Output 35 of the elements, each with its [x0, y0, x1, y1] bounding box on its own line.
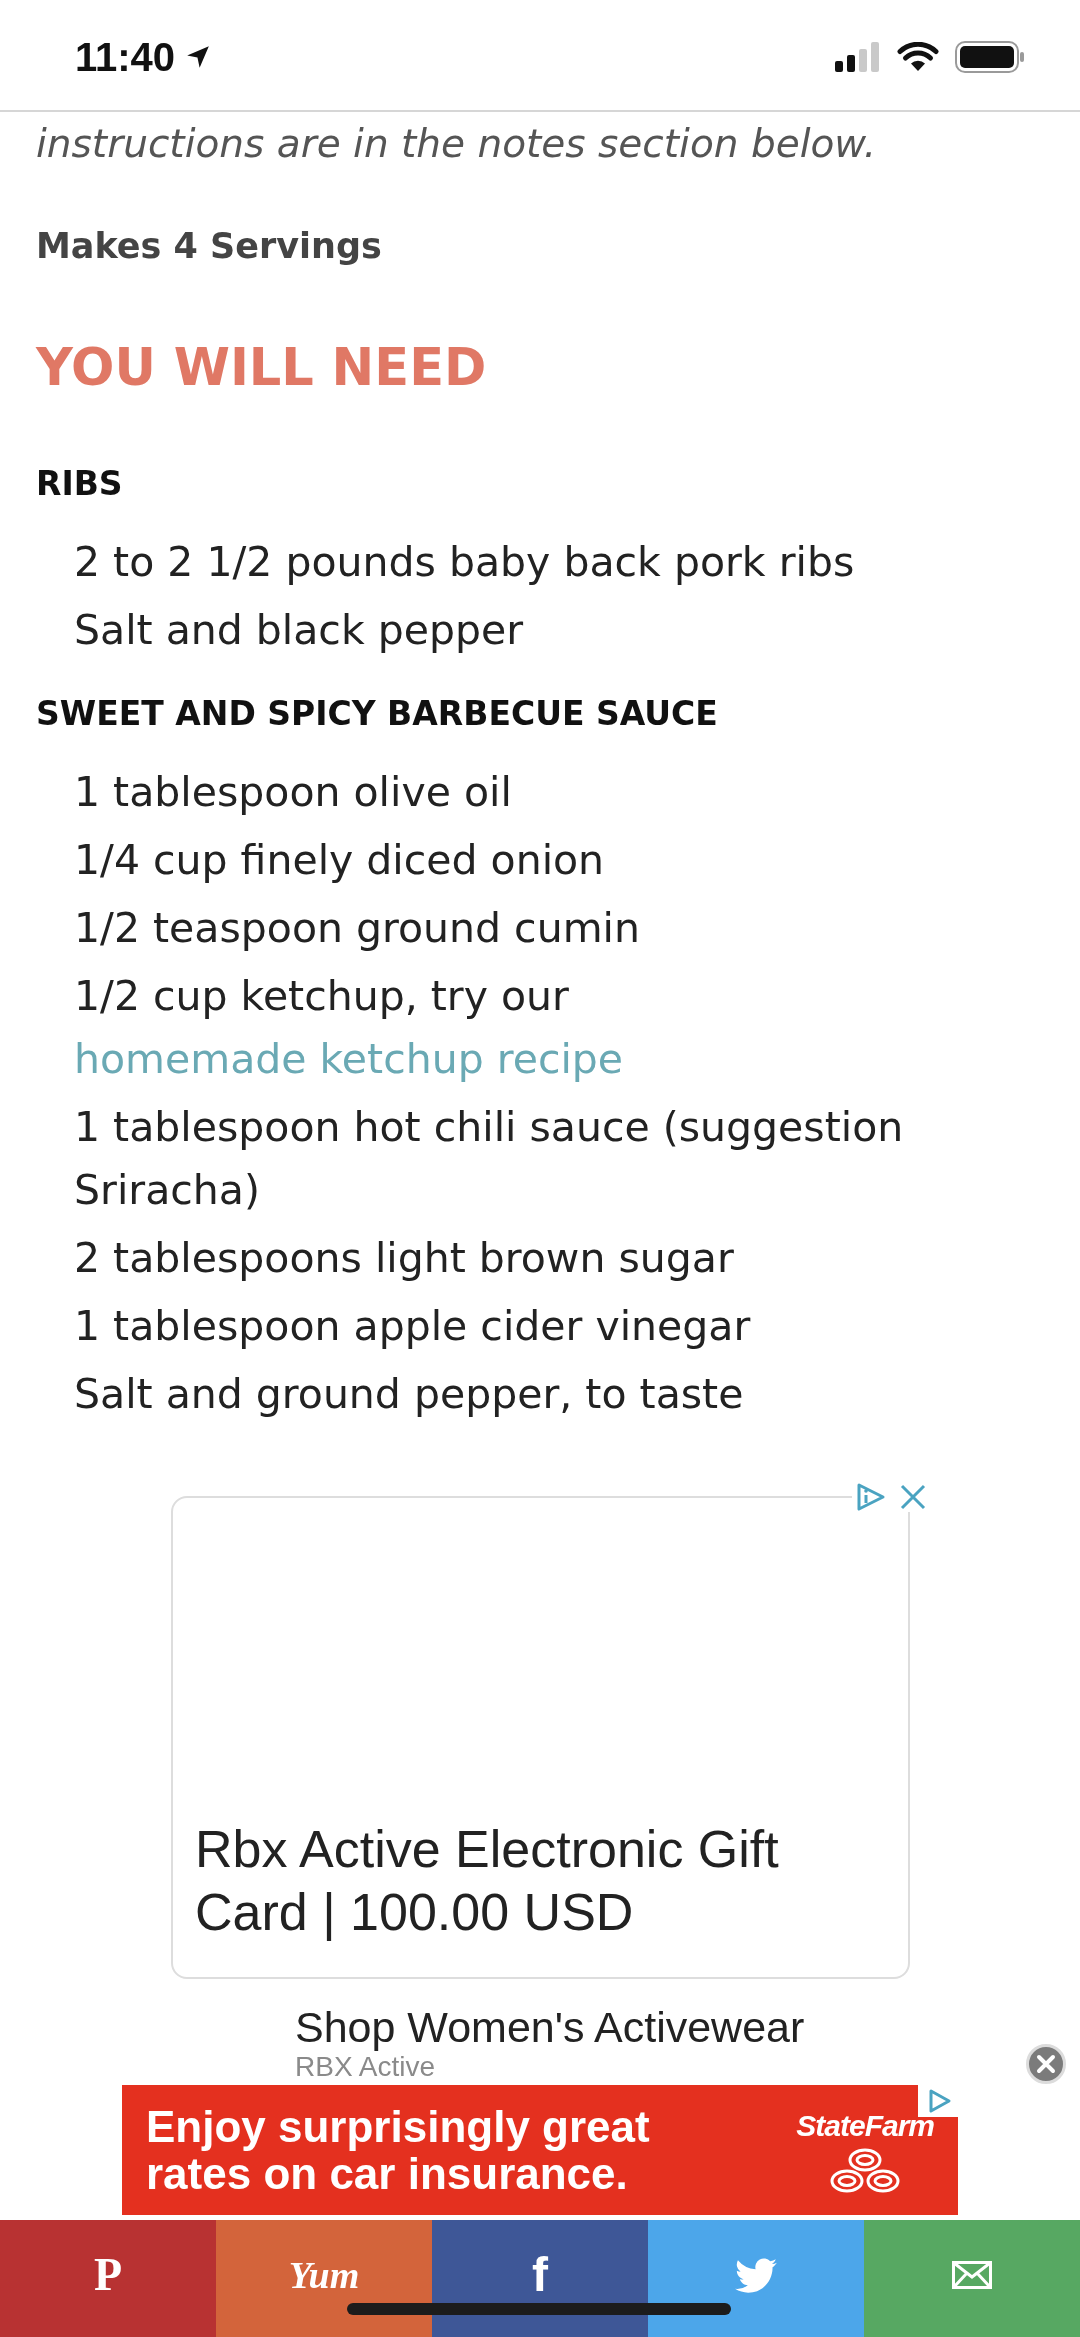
ad-title: Rbx Active Electronic Gift Card | 100.00 USD — [195, 1819, 780, 1943]
ingredient-item: 2 to 2 1/2 pounds baby back pork ribs — [73, 537, 856, 588]
ad-advertiser: RBX Active — [295, 2051, 436, 2083]
battery-icon — [955, 41, 1025, 73]
brand-name: StateFarm — [796, 2109, 934, 2143]
section-heading: YOU WILL NEED — [36, 337, 488, 399]
play-triangle-icon[interactable] — [856, 1482, 886, 1512]
share-button[interactable]: Yum — [216, 2220, 432, 2337]
share-button[interactable]: f — [432, 2220, 648, 2337]
ingredient-item: 1/4 cup finely diced onion — [73, 835, 606, 886]
status-time: 11:40 — [75, 34, 176, 80]
wifi-icon — [897, 42, 939, 72]
mail-icon — [952, 2260, 992, 2289]
ingredient-item: Salt and black pepper — [73, 605, 525, 656]
share-button[interactable] — [648, 2220, 864, 2337]
location-arrow-icon — [185, 44, 212, 70]
ad-headline[interactable]: Shop Women's Activewear — [295, 2003, 805, 2051]
ingredient-item: 1 tablespoon apple cider vinegar — [73, 1301, 752, 1352]
intro-text: instructions are in the notes section below. — [36, 120, 878, 168]
group-title: SWEET AND SPICY BARBECUE SAUCE — [36, 693, 719, 735]
banner-ad[interactable]: Enjoy surprisingly great rates on car insurance. StateFarm — [122, 2085, 958, 2215]
ingredient-item: 1 tablespoon olive oil — [73, 767, 513, 818]
signal-icon — [835, 42, 881, 72]
ingredient-item: 1 tablespoon hot chili sauce (suggestion Sriracha) — [73, 1102, 905, 1216]
close-icon[interactable] — [900, 1484, 926, 1510]
ad-card[interactable]: Rbx Active Electronic Gift Card | 100.00 USD — [171, 1496, 910, 1979]
ingredient-item: Salt and ground pepper, to taste — [73, 1369, 745, 1420]
banner-text: Enjoy surprisingly great rates on car insurance. — [146, 2103, 651, 2197]
ingredient-item: 1/2 cup ketchup, try our homemade ketchup recipe — [73, 971, 625, 1085]
bird-icon — [733, 2255, 779, 2294]
group-title: RIBS — [36, 463, 124, 505]
share-button[interactable]: P — [0, 2220, 216, 2337]
servings-text: Makes 4 Servings — [36, 225, 383, 268]
ingredient-item: 1/2 teaspoon ground cumin — [73, 903, 641, 954]
ingredient-item: 2 tablespoons light brown sugar — [73, 1233, 735, 1284]
